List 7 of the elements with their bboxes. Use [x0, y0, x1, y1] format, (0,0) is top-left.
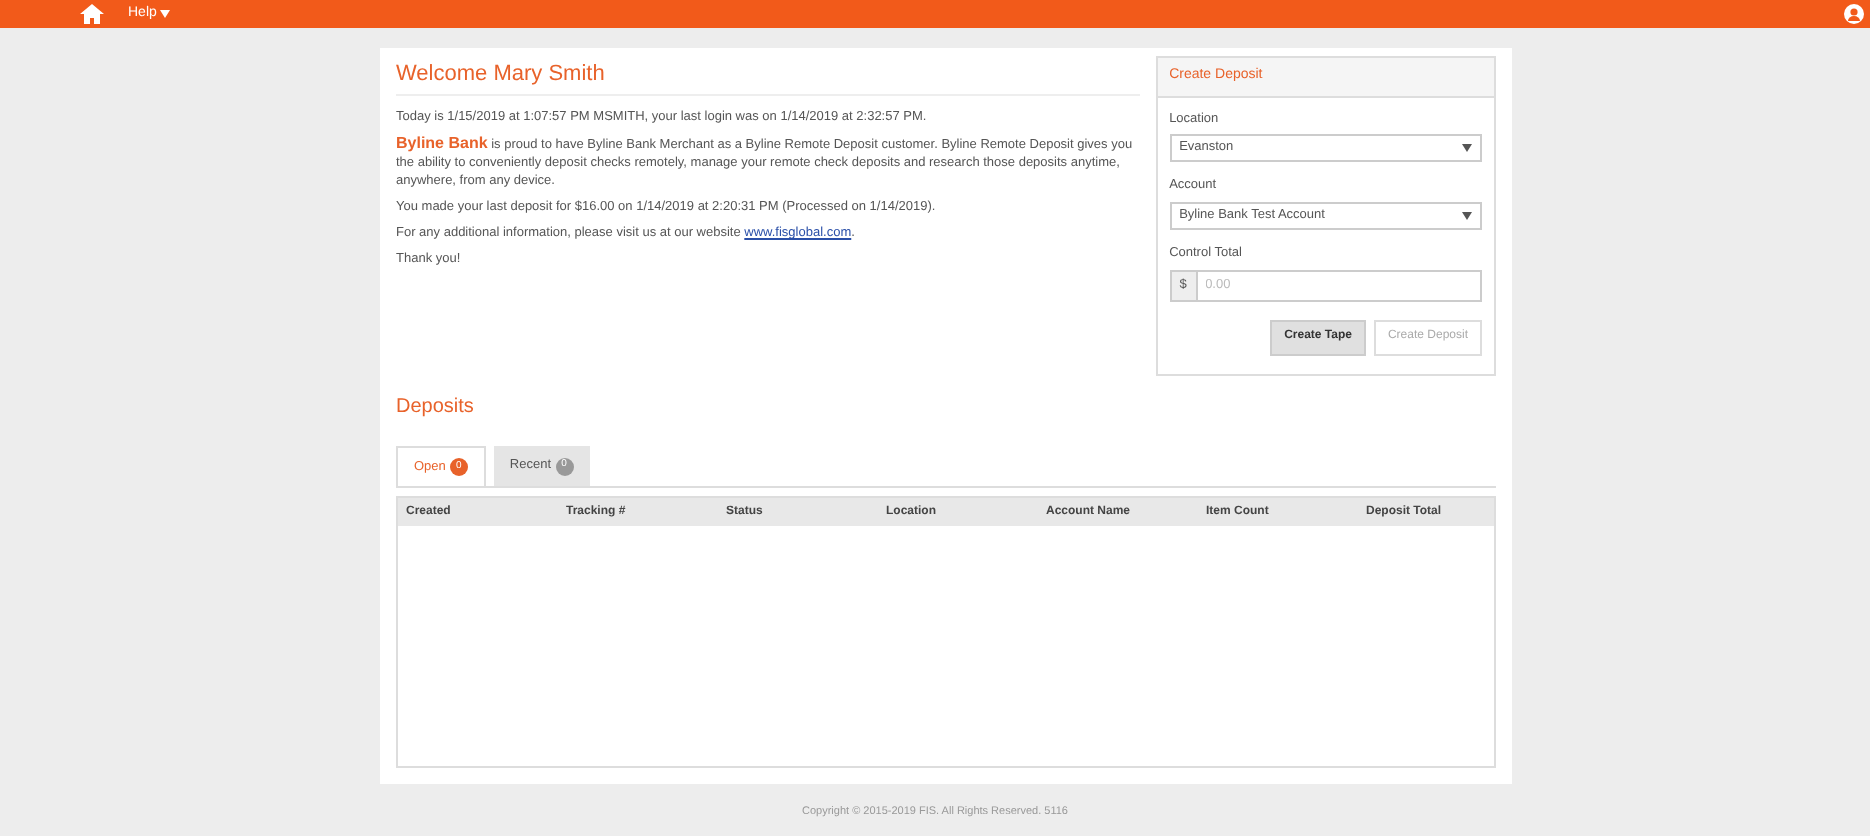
deposits-title: Deposits [396, 394, 476, 422]
caret-icon [1462, 144, 1472, 153]
caret-icon [160, 10, 171, 18]
user-icon[interactable] [1844, 4, 1864, 24]
home-icon[interactable] [80, 4, 104, 24]
caret-icon [1462, 212, 1472, 220]
welcome-title: Welcome Mary Smith [396, 56, 1140, 96]
